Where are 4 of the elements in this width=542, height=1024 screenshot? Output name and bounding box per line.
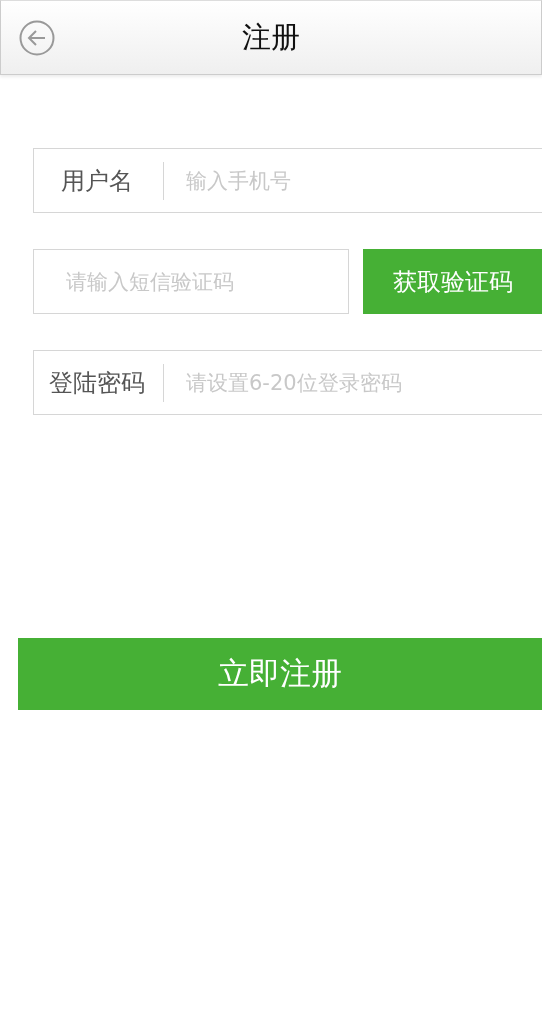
field-label: 用户名 xyxy=(34,161,164,200)
back-button[interactable] xyxy=(19,19,55,56)
field-label: 登陆密码 xyxy=(34,363,164,402)
page-title: 注册 xyxy=(241,18,301,56)
